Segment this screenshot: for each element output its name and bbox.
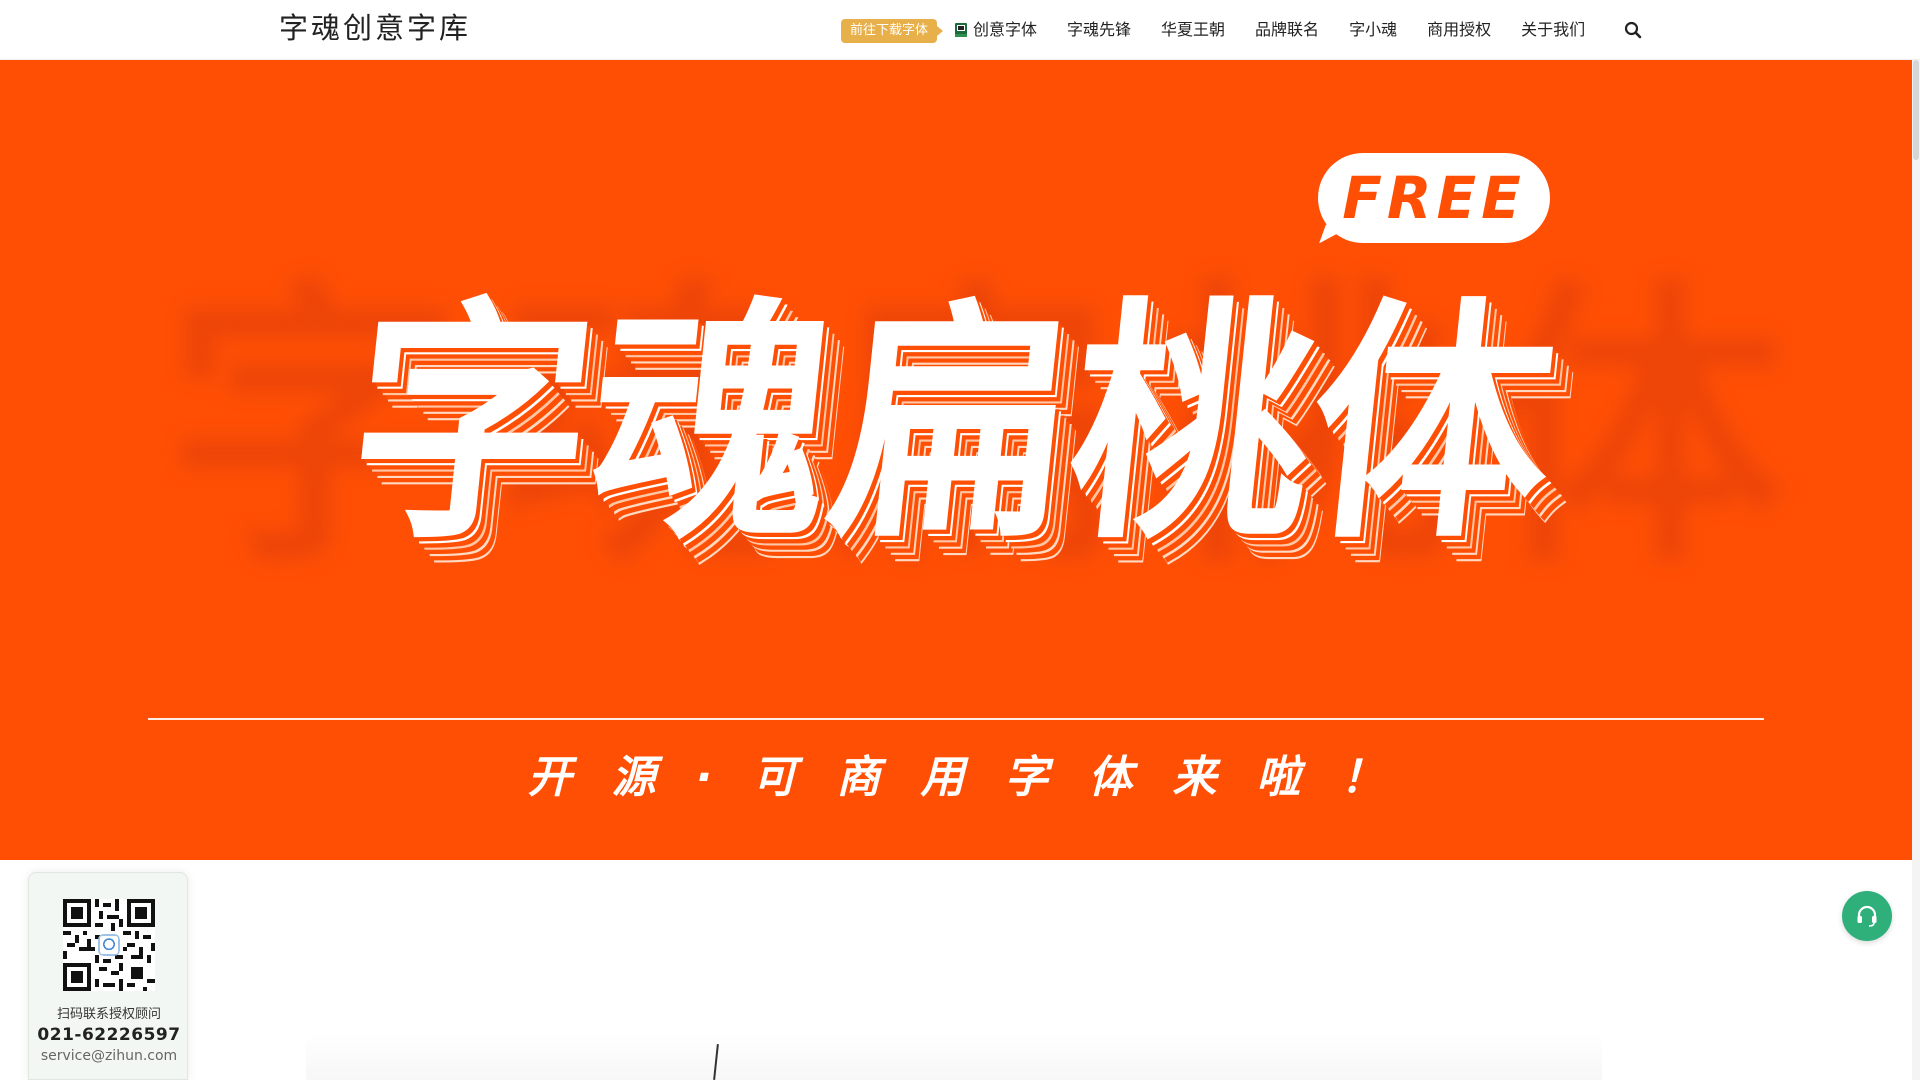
hero-title: 字魂扁桃体 — [336, 276, 1568, 574]
main-nav: 创意字体 字魂先锋 华夏王朝 品牌联名 字小魂 商用授权 关于我们 — [953, 18, 1615, 42]
nav-item-creative-fonts[interactable]: 创意字体 — [953, 18, 1037, 42]
contact-card: 扫码联系授权顾问 021-62226597 service@zihun.com — [28, 872, 188, 1080]
scrollbar-thumb[interactable] — [1913, 60, 1919, 160]
nav-item-huaxia-dynasty[interactable]: 华夏王朝 — [1161, 18, 1225, 42]
nav-item-label: 创意字体 — [973, 20, 1038, 39]
nav-item-brand-collab[interactable]: 品牌联名 — [1255, 18, 1319, 42]
contact-email[interactable]: service@zihun.com — [29, 1047, 189, 1065]
book-icon — [953, 22, 969, 38]
free-badge-text: FREE — [1342, 164, 1526, 232]
nav-item-commercial-license[interactable]: 商用授权 — [1427, 18, 1491, 42]
contact-phone[interactable]: 021-62226597 — [29, 1024, 189, 1046]
page-scrollbar[interactable] — [1912, 60, 1920, 1080]
support-button[interactable] — [1842, 891, 1892, 941]
site-header: 字魂创意字库 前往下载字体 创意字体 字魂先锋 华夏王朝 品牌联名 字小魂 商用… — [0, 0, 1920, 60]
hero-subtitle: 开源·可商用字体来啦！ — [527, 752, 1425, 803]
hero-banner[interactable]: 字魂扁桃体 FREE 字魂扁桃体 开源·可商用字体来啦！ — [0, 60, 1912, 860]
free-badge: FREE — [1318, 153, 1550, 243]
qr-label: 扫码联系授权顾问 — [56, 1007, 161, 1022]
hero-divider — [148, 718, 1764, 720]
content-preview — [306, 1032, 1602, 1080]
nav-item-zixiaohun[interactable]: 字小魂 — [1349, 18, 1397, 42]
nav-item-about-us[interactable]: 关于我们 — [1521, 18, 1585, 42]
download-font-badge[interactable]: 前往下载字体 — [841, 19, 944, 43]
search-icon[interactable] — [1623, 20, 1643, 40]
site-logo[interactable]: 字魂创意字库 — [279, 10, 471, 46]
qr-code-icon — [63, 899, 155, 991]
nav-item-zihun-pioneer[interactable]: 字魂先锋 — [1067, 18, 1131, 42]
